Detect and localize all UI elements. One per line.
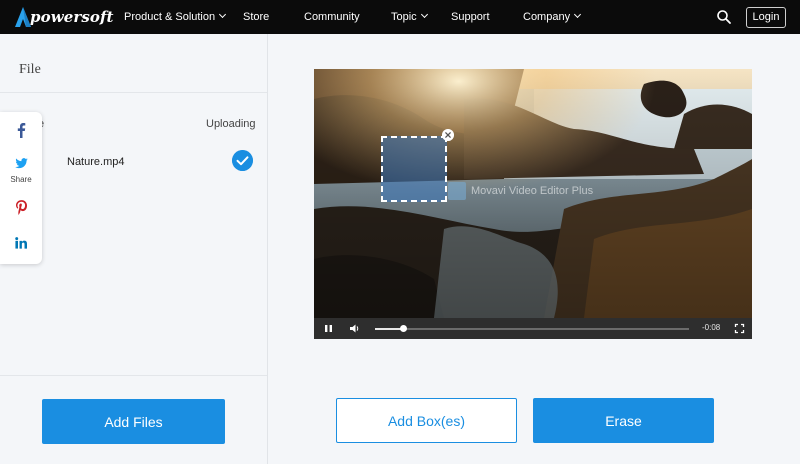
pinterest-icon xyxy=(15,200,27,215)
seek-progress xyxy=(375,328,404,330)
seek-bar[interactable] xyxy=(375,325,689,332)
chevron-down-icon xyxy=(574,10,582,19)
linkedin-icon xyxy=(15,237,27,249)
divider xyxy=(0,92,267,93)
video-controls: -0:08 xyxy=(314,318,752,339)
erase-selection-box[interactable] xyxy=(381,136,447,202)
nav-label: Store xyxy=(243,11,270,23)
nav-label: Company xyxy=(523,11,571,23)
add-files-button[interactable]: Add Files xyxy=(42,399,225,444)
apowersoft-logo[interactable]: powersoft xyxy=(13,5,114,29)
video-watermark: Movavi Video Editor Plus xyxy=(448,181,593,201)
facebook-share-button[interactable] xyxy=(0,122,42,143)
file-panel-title: File xyxy=(19,62,41,77)
video-player[interactable]: Movavi Video Editor Plus -0:08 xyxy=(314,69,752,339)
nav-company[interactable]: Company xyxy=(523,0,582,34)
divider xyxy=(0,375,267,376)
watermark-text: Movavi Video Editor Plus xyxy=(471,185,594,197)
add-boxes-button[interactable]: Add Box(es) xyxy=(336,398,517,443)
social-share-bar: Share xyxy=(0,112,42,264)
nav-support[interactable]: Support xyxy=(451,0,490,34)
file-name: Nature.mp4 xyxy=(67,156,125,168)
nav-label: Community xyxy=(304,11,360,23)
erase-button[interactable]: Erase xyxy=(533,398,714,443)
linkedin-share-button[interactable] xyxy=(0,236,42,254)
chevron-down-icon xyxy=(420,10,428,19)
column-header-uploading: Uploading xyxy=(206,118,256,130)
nav-topic[interactable]: Topic xyxy=(391,0,428,34)
video-frame[interactable]: Movavi Video Editor Plus xyxy=(314,69,752,318)
nav-product-solution[interactable]: Product & Solution xyxy=(124,0,227,34)
fullscreen-icon[interactable] xyxy=(733,322,746,335)
facebook-icon xyxy=(17,123,26,138)
close-icon[interactable] xyxy=(442,129,454,141)
logo-text: powersoft xyxy=(30,8,114,26)
time-remaining: -0:08 xyxy=(702,323,721,332)
twitter-icon xyxy=(14,158,28,169)
volume-icon[interactable] xyxy=(348,322,361,335)
twitter-share-button[interactable]: Share xyxy=(0,156,42,184)
logo-badge-icon xyxy=(15,7,31,27)
nav-label: Support xyxy=(451,11,490,23)
seek-handle[interactable] xyxy=(400,325,408,332)
login-button[interactable]: Login xyxy=(746,7,786,28)
movavi-watermark-icon xyxy=(448,182,466,200)
pinterest-share-button[interactable] xyxy=(0,200,42,220)
search-icon[interactable] xyxy=(716,9,732,25)
chevron-down-icon xyxy=(219,10,227,19)
nav-label: Topic xyxy=(391,11,417,23)
top-nav: powersoft Product & Solution Store Commu… xyxy=(0,0,800,34)
pause-icon[interactable] xyxy=(322,322,335,335)
nav-store[interactable]: Store xyxy=(243,0,269,34)
check-circle-icon xyxy=(232,150,253,171)
share-label: Share xyxy=(10,175,32,184)
nav-label: Product & Solution xyxy=(124,11,216,23)
nav-community[interactable]: Community xyxy=(304,0,360,34)
